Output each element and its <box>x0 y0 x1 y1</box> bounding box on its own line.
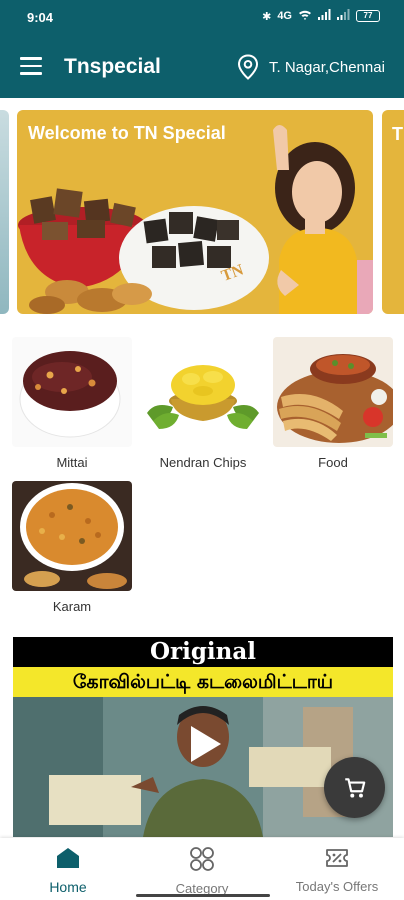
banner-prev-peek[interactable] <box>0 110 9 314</box>
category-image <box>273 337 393 447</box>
banner-next-peek-text: T <box>392 124 403 144</box>
status-time: 9:04 <box>27 10 54 25</box>
bluetooth-icon: ✱ <box>262 10 272 23</box>
hamburger-icon <box>20 57 42 60</box>
banner-next-peek[interactable]: T <box>382 110 404 314</box>
category-label: Karam <box>52 599 92 614</box>
nav-todays-offers[interactable]: Today's Offers <box>277 846 397 894</box>
offer-tag-icon <box>326 849 348 867</box>
gesture-bar <box>136 894 270 897</box>
banner-title: Welcome to TN Special <box>28 123 226 143</box>
app-bar: Tnspecial T. Nagar,Chennai <box>0 36 404 98</box>
location-text: T. Nagar,Chennai <box>269 58 385 76</box>
home-icon <box>57 848 79 868</box>
location-pin-icon <box>237 54 259 80</box>
category-label: Nendran Chips <box>159 455 247 470</box>
nav-label: Today's Offers <box>295 879 379 894</box>
wifi-icon <box>298 9 312 23</box>
signal-icon <box>318 9 331 23</box>
category-image <box>12 481 132 591</box>
app-title: Tnspecial <box>64 55 161 78</box>
category-image <box>143 337 263 447</box>
video-caption-line1: Original <box>13 637 393 667</box>
battery-icon: 77 <box>356 10 380 22</box>
category-food[interactable]: Food <box>273 337 393 470</box>
category-mittai[interactable]: Mittai <box>12 337 132 470</box>
network-label: 4G <box>277 10 292 22</box>
category-image <box>12 337 132 447</box>
cart-button[interactable] <box>324 757 385 818</box>
signal-icon-2 <box>337 9 350 23</box>
status-icons: ✱ 4G 77 <box>262 9 380 23</box>
nav-home[interactable]: Home <box>8 846 128 895</box>
category-nendran-chips[interactable]: Nendran Chips <box>143 337 263 470</box>
banner-carousel[interactable]: TN Welcome to TN Special T <box>0 110 404 314</box>
cart-icon <box>344 777 365 798</box>
location-selector[interactable]: T. Nagar,Chennai <box>236 54 385 80</box>
category-karam[interactable]: Karam <box>12 481 132 614</box>
bottom-nav: Home Category Today's Offers <box>0 838 404 900</box>
grid-icon <box>190 847 214 871</box>
category-label: Mittai <box>56 455 88 470</box>
video-caption-line2: கோவில்பட்டி கடலைமிட்டாய் <box>13 667 393 697</box>
menu-button[interactable] <box>20 57 44 77</box>
status-bar: 9:04 ✱ 4G 77 <box>0 0 404 36</box>
banner-welcome[interactable]: TN Welcome to TN Special <box>17 110 373 314</box>
category-label: Food <box>318 455 348 470</box>
nav-label: Home <box>49 879 87 895</box>
play-icon[interactable] <box>189 724 223 764</box>
nav-category[interactable]: Category <box>142 846 262 896</box>
